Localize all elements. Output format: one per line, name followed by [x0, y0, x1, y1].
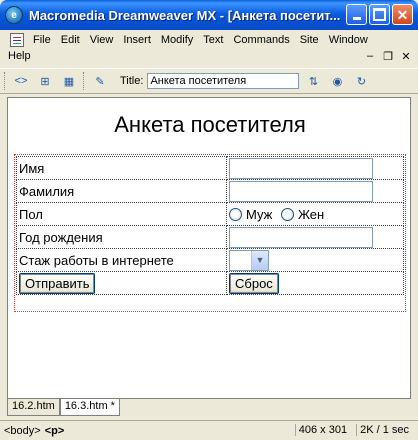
document-tabs: 16.2.htm 16.3.htm * — [7, 399, 120, 417]
window-title: Macromedia Dreamweaver MX - [Анкета посе… — [29, 7, 341, 23]
menu-bar: File Edit View Insert Modify Text Comman… — [0, 30, 418, 66]
refresh-icon[interactable]: ↻ — [351, 72, 371, 90]
menu-text[interactable]: Text — [198, 34, 228, 46]
design-view[interactable]: Анкета посетителя Имя Фамилия Пол Муж Же… — [7, 97, 411, 399]
page-heading: Анкета посетителя — [114, 112, 306, 137]
experience-select[interactable]: ▼ — [229, 249, 269, 271]
gender-male-radio[interactable] — [229, 208, 242, 222]
table-row: Год рождения — [16, 225, 404, 249]
dreamweaver-app-icon[interactable]: e — [5, 6, 23, 24]
document-icon[interactable] — [10, 33, 24, 47]
menu-help[interactable]: Help — [8, 50, 31, 62]
close-button[interactable]: ✕ — [392, 4, 413, 25]
title-bar: e Macromedia Dreamweaver MX - [Анкета по… — [0, 0, 418, 30]
table-row: Стаж работы в интернете ▼ — [16, 248, 404, 272]
minimize-button[interactable] — [346, 4, 367, 25]
field-label-first-name: Имя — [16, 156, 227, 180]
menu-insert[interactable]: Insert — [118, 34, 156, 46]
first-name-input[interactable] — [229, 157, 373, 179]
download-size-readout: 2K / 1 sec — [356, 424, 412, 436]
close-icon: ✕ — [396, 6, 409, 23]
doc-restore-icon[interactable]: ❐ — [382, 50, 394, 63]
reset-button[interactable]: Сброс — [229, 272, 279, 294]
table-row: Пол Муж Жен — [16, 202, 404, 226]
gender-female-radio[interactable] — [280, 208, 294, 222]
field-label-last-name: Фамилия — [16, 179, 227, 203]
last-name-input[interactable] — [229, 180, 373, 202]
field-label-gender: Пол — [16, 202, 227, 226]
menu-edit[interactable]: Edit — [56, 34, 85, 46]
menu-file[interactable]: File — [28, 34, 56, 46]
preview-browser-icon[interactable]: ◉ — [327, 72, 347, 90]
submit-button[interactable]: Отправить — [19, 272, 96, 294]
tab-16-2[interactable]: 16.2.htm — [7, 399, 60, 416]
menu-window[interactable]: Window — [324, 34, 373, 46]
menu-view[interactable]: View — [85, 34, 119, 46]
toolbar-grip[interactable] — [4, 72, 7, 90]
tab-16-3[interactable]: 16.3.htm * — [59, 399, 120, 416]
maximize-button[interactable] — [369, 4, 390, 25]
chevron-down-icon[interactable]: ▼ — [251, 250, 268, 270]
menu-site[interactable]: Site — [295, 34, 324, 46]
toolbar-separator — [83, 72, 86, 90]
menu-modify[interactable]: Modify — [156, 34, 198, 46]
field-label-experience: Стаж работы в интернете — [16, 248, 227, 272]
document-toolbar: <> ⊞ ▦ ✎ Title: Анкета посетителя ⇅ ◉ ↻ — [0, 68, 418, 94]
menu-commands[interactable]: Commands — [228, 34, 294, 46]
live-data-icon[interactable]: ✎ — [90, 72, 110, 90]
gender-female-label: Жен — [297, 207, 325, 223]
form-table: Имя Фамилия Пол Муж Жен Год рождения Ста… — [16, 156, 404, 295]
gender-male-label: Муж — [246, 207, 273, 223]
table-row: Имя — [16, 156, 404, 180]
field-label-birth-year: Год рождения — [16, 225, 227, 249]
file-management-icon[interactable]: ⇅ — [303, 72, 323, 90]
window-size-readout[interactable]: 406 x 301 — [294, 424, 350, 436]
doc-close-icon[interactable]: ✕ — [400, 50, 412, 63]
table-row: Фамилия — [16, 179, 404, 203]
split-view-icon[interactable]: ⊞ — [35, 72, 55, 90]
birth-year-input[interactable] — [229, 226, 373, 248]
status-bar: <body> <p> 406 x 301 2K / 1 sec — [0, 420, 418, 440]
design-view-icon[interactable]: ▦ — [59, 72, 79, 90]
table-row: Отправить Сброс — [16, 271, 404, 295]
page-title-input[interactable]: Анкета посетителя — [147, 73, 300, 89]
tag-selector-body[interactable]: <body> — [4, 425, 41, 437]
title-label: Title: — [120, 75, 144, 87]
doc-minimize-icon[interactable]: – — [364, 50, 376, 63]
code-view-icon[interactable]: <> — [11, 72, 31, 90]
tag-selector-p[interactable]: <p> — [45, 425, 65, 437]
